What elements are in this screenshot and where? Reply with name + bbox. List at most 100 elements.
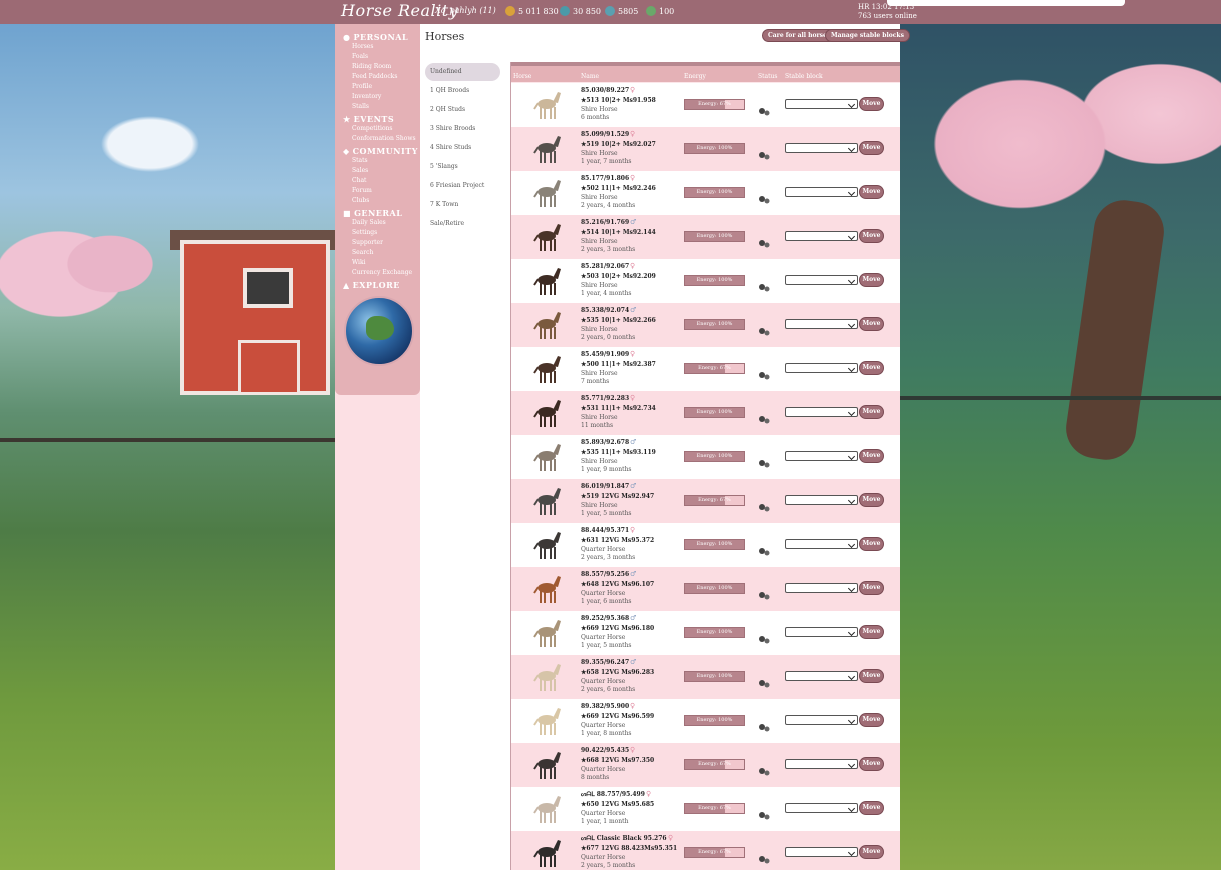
stable-block-select[interactable] xyxy=(785,275,858,285)
nav-link[interactable]: Sales xyxy=(343,166,420,176)
move-button[interactable]: Move xyxy=(859,405,884,419)
horse-name[interactable]: 85.099/91.529 xyxy=(581,131,629,138)
nav-link[interactable]: Daily Sales xyxy=(343,218,420,228)
move-button[interactable]: Move xyxy=(859,185,884,199)
nav-link[interactable]: Feed Paddocks xyxy=(343,72,420,82)
stat-gold[interactable]: 5 011 830 xyxy=(505,6,559,16)
nav-link[interactable]: Competitions xyxy=(343,124,420,134)
horseshoe-status-icon[interactable] xyxy=(758,453,770,468)
nav-link[interactable]: Stats xyxy=(343,156,420,166)
stable-block-select[interactable] xyxy=(785,539,858,549)
move-button[interactable]: Move xyxy=(859,713,884,727)
horse-image[interactable] xyxy=(529,439,565,475)
horseshoe-status-icon[interactable] xyxy=(758,585,770,600)
horseshoe-status-icon[interactable] xyxy=(758,497,770,512)
stable-block-select[interactable] xyxy=(785,187,858,197)
horse-image[interactable] xyxy=(529,307,565,343)
nav-link[interactable]: Forum xyxy=(343,186,420,196)
top-search-box[interactable] xyxy=(887,0,1125,6)
stat-equus[interactable]: 30 850 xyxy=(560,6,601,16)
nav-link[interactable]: Stalls xyxy=(343,102,420,112)
horse-name[interactable]: 89.252/95.368 xyxy=(581,615,629,622)
move-button[interactable]: Move xyxy=(859,625,884,639)
stable-block-select[interactable] xyxy=(785,627,858,637)
horseshoe-status-icon[interactable] xyxy=(758,409,770,424)
horseshoe-status-icon[interactable] xyxy=(758,629,770,644)
move-button[interactable]: Move xyxy=(859,317,884,331)
stable-block-select[interactable] xyxy=(785,715,858,725)
horseshoe-status-icon[interactable] xyxy=(758,849,770,864)
horse-image[interactable] xyxy=(529,219,565,255)
stable-block-item[interactable]: 2 QH Studs xyxy=(425,101,500,119)
horse-name[interactable]: 85.030/89.227 xyxy=(581,87,629,94)
nav-link[interactable]: Wiki xyxy=(343,258,420,268)
horse-name[interactable]: 86.019/91.847 xyxy=(581,483,629,490)
horse-image[interactable] xyxy=(529,87,565,123)
nav-link[interactable]: Profile xyxy=(343,82,420,92)
nav-link[interactable]: Supporter xyxy=(343,238,420,248)
nav-link[interactable]: Currency Exchange xyxy=(343,268,420,278)
horse-image[interactable] xyxy=(529,659,565,695)
horse-name[interactable]: 85.771/92.283 xyxy=(581,395,629,402)
horse-image[interactable] xyxy=(529,571,565,607)
manage-blocks-button[interactable]: Manage stable blocks xyxy=(825,29,910,42)
horse-image[interactable] xyxy=(529,791,565,827)
move-button[interactable]: Move xyxy=(859,97,884,111)
horse-image[interactable] xyxy=(529,483,565,519)
move-button[interactable]: Move xyxy=(859,845,884,859)
horse-image[interactable] xyxy=(529,747,565,783)
explore-globe[interactable] xyxy=(344,296,414,366)
stable-block-item[interactable]: 7 K Town xyxy=(425,196,500,214)
horse-image[interactable] xyxy=(529,351,565,387)
move-button[interactable]: Move xyxy=(859,229,884,243)
stable-block-select[interactable] xyxy=(785,495,858,505)
nav-link[interactable]: Riding Room xyxy=(343,62,420,72)
move-button[interactable]: Move xyxy=(859,493,884,507)
move-button[interactable]: Move xyxy=(859,141,884,155)
horseshoe-status-icon[interactable] xyxy=(758,541,770,556)
horseshoe-status-icon[interactable] xyxy=(758,717,770,732)
stable-block-item[interactable]: Sale/Retire xyxy=(425,215,500,233)
nav-link[interactable]: Horses xyxy=(343,42,420,52)
stable-block-item[interactable]: 5 'Slangs xyxy=(425,158,500,176)
horse-name[interactable]: 89.355/96.247 xyxy=(581,659,629,666)
stable-block-select[interactable] xyxy=(785,759,858,769)
horseshoe-status-icon[interactable] xyxy=(758,101,770,116)
horseshoe-status-icon[interactable] xyxy=(758,189,770,204)
stable-block-select[interactable] xyxy=(785,847,858,857)
stat-energy[interactable]: 100 xyxy=(646,6,674,16)
horseshoe-status-icon[interactable] xyxy=(758,673,770,688)
horse-name[interactable]: ᔕᗩᒪ Classic Black 95.276 xyxy=(581,835,667,843)
stable-block-select[interactable] xyxy=(785,803,858,813)
move-button[interactable]: Move xyxy=(859,757,884,771)
horseshoe-status-icon[interactable] xyxy=(758,321,770,336)
horse-name[interactable]: 88.557/95.256 xyxy=(581,571,629,578)
nav-link[interactable]: Search xyxy=(343,248,420,258)
stable-block-select[interactable] xyxy=(785,99,858,109)
move-button[interactable]: Move xyxy=(859,273,884,287)
stable-block-select[interactable] xyxy=(785,583,858,593)
horse-name[interactable]: 85.216/91.769 xyxy=(581,219,629,226)
nav-link[interactable]: Conformation Shows xyxy=(343,134,420,144)
horse-image[interactable] xyxy=(529,527,565,563)
horseshoe-status-icon[interactable] xyxy=(758,761,770,776)
nav-link[interactable]: Clubs xyxy=(343,196,420,206)
horse-name[interactable]: 85.338/92.074 xyxy=(581,307,629,314)
stable-block-item[interactable]: 3 Shire Broods xyxy=(425,120,500,138)
nav-link[interactable]: Settings xyxy=(343,228,420,238)
stable-block-select[interactable] xyxy=(785,451,858,461)
stable-block-select[interactable] xyxy=(785,671,858,681)
stable-block-item[interactable]: 6 Friesian Project xyxy=(425,177,500,195)
move-button[interactable]: Move xyxy=(859,449,884,463)
stable-block-select[interactable] xyxy=(785,363,858,373)
horse-image[interactable] xyxy=(529,263,565,299)
move-button[interactable]: Move xyxy=(859,581,884,595)
horseshoe-status-icon[interactable] xyxy=(758,145,770,160)
horseshoe-status-icon[interactable] xyxy=(758,233,770,248)
move-button[interactable]: Move xyxy=(859,669,884,683)
horse-name[interactable]: ᔕᗩᒪ 88.757/95.499 xyxy=(581,791,645,799)
horse-image[interactable] xyxy=(529,703,565,739)
stable-block-item[interactable]: Undefined xyxy=(425,63,500,81)
stat-pass[interactable]: 5805 xyxy=(605,6,638,16)
horse-name[interactable]: 85.177/91.806 xyxy=(581,175,629,182)
